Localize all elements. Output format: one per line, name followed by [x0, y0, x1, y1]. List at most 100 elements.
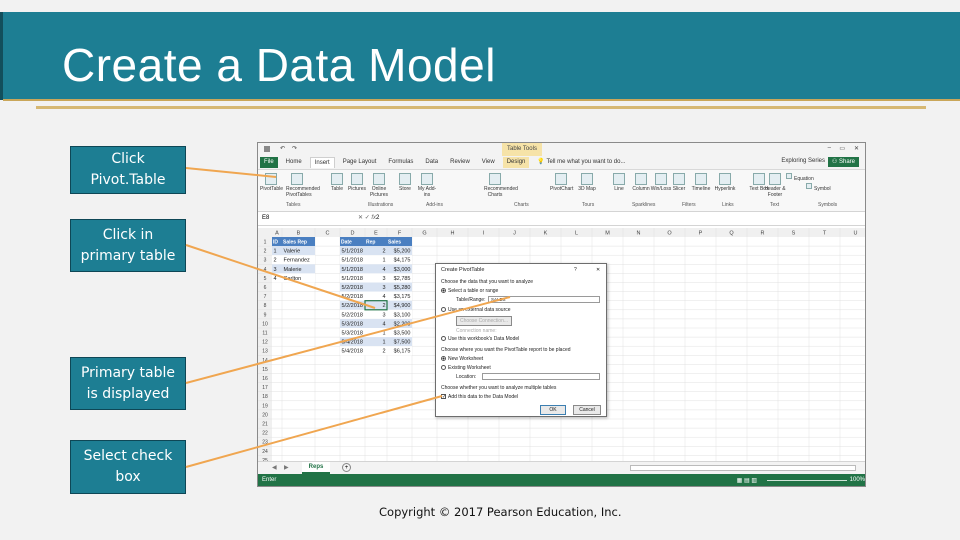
choose-connection-button[interactable]: Choose Connection... [456, 316, 512, 326]
fx-icon[interactable]: ✕ ✓ fx [358, 214, 376, 221]
existing-worksheet-label: Existing Worksheet [448, 365, 491, 371]
new-worksheet-radio[interactable]: New Worksheet [441, 356, 483, 362]
zoom-level: 100% [849, 477, 865, 483]
right-table-cell: 1 [382, 340, 385, 346]
help-icon[interactable]: ? [574, 267, 577, 273]
ribbon-button-line[interactable]: Line [608, 173, 630, 192]
right-table-cell: 5/1/2018 [342, 276, 363, 282]
ribbon-button-label: Hyperlink [714, 186, 736, 192]
tab-formulas[interactable]: Formulas [384, 157, 417, 168]
tell-me-text: Tell me what you want to do... [546, 159, 626, 165]
column-header-q: Q [729, 231, 734, 237]
ribbon-button-label: PivotTable [260, 186, 284, 192]
use-data-model-radio[interactable]: Use this workbook's Data Model [441, 336, 519, 342]
title-underline [36, 106, 926, 109]
copyright-notice: Copyright © 2017 Pearson Education, Inc. [379, 505, 622, 519]
ribbon-button-my-add-ins[interactable]: My Add-ins [416, 173, 438, 198]
tab-home[interactable]: Home [282, 157, 306, 168]
tab-data[interactable]: Data [421, 157, 442, 168]
slide-title: Create a Data Model [62, 39, 496, 91]
ribbon-button-3d-map[interactable]: 3D Map [576, 173, 598, 192]
right-table-cell: 1 [382, 258, 385, 264]
column-header-n: N [637, 231, 641, 237]
ribbon-button-recommended-pivottables[interactable]: Recommended PivotTables [286, 173, 320, 198]
table-icon [331, 173, 343, 185]
tell-me-box[interactable]: 💡 Tell me what you want to do... [533, 157, 629, 168]
column-header-a: A [275, 231, 279, 237]
close-window-icon[interactable]: ✕ [854, 145, 859, 152]
ribbon-button-label: Recommended Charts [484, 186, 518, 198]
tab-design[interactable]: Design [502, 157, 530, 168]
table-range-input[interactable]: SALES [488, 296, 600, 303]
use-external-radio[interactable]: Use an external data source [441, 307, 511, 313]
right-table-cell: $3,000 [394, 267, 411, 273]
account-name[interactable]: Exploring Series [781, 158, 825, 164]
new-sheet-icon[interactable]: + [342, 463, 351, 472]
ribbon-button-recommended-charts[interactable]: Recommended Charts [484, 173, 518, 198]
ribbon-button-symbol[interactable]: Symbol [806, 183, 846, 192]
formula-input[interactable]: 2 [376, 215, 379, 221]
use-data-model-label: Use this workbook's Data Model [448, 336, 520, 342]
location-input[interactable] [482, 373, 600, 380]
lightbulb-icon: 💡 [537, 159, 545, 165]
tab-file[interactable]: File [260, 157, 278, 168]
ribbon-button-label: Slicer [672, 186, 686, 192]
dialog-title: Create PivotTable [441, 267, 485, 273]
tab-page-layout[interactable]: Page Layout [339, 157, 381, 168]
undo-icon[interactable]: ↶ [280, 145, 285, 152]
ribbon-button-table[interactable]: Table [326, 173, 348, 192]
tab-review[interactable]: Review [446, 157, 474, 168]
add-to-data-model-checkbox[interactable]: ✓ Add this data to the Data Model [441, 394, 518, 400]
table-tools-label: Table Tools [502, 143, 542, 156]
ribbon-button-pivotchart[interactable]: PivotChart [550, 173, 573, 192]
tab-insert[interactable]: Insert [309, 157, 335, 168]
right-table-cell: 4 [382, 321, 385, 327]
ribbon-button-equation[interactable]: Equation [786, 173, 826, 182]
close-icon[interactable]: ✕ [596, 267, 600, 273]
column-header-m: M [605, 231, 610, 237]
right-table-cell: 1 [382, 331, 385, 337]
cancel-button[interactable]: Cancel [573, 405, 601, 415]
scroll-left-icon[interactable]: ◀ [272, 464, 277, 471]
ok-button[interactable]: OK [540, 405, 566, 415]
tab-view[interactable]: View [478, 157, 499, 168]
share-button[interactable]: ⚇ Share [827, 157, 859, 167]
ribbon-button-store[interactable]: Store [394, 173, 416, 192]
row-header-11: 11 [262, 331, 267, 337]
callout-primary-table-displayed: Primary table is displayed [70, 357, 186, 410]
row-header-24: 24 [262, 449, 268, 455]
scroll-right-icon[interactable]: ▶ [284, 464, 289, 471]
save-icon[interactable] [264, 146, 270, 152]
restore-icon[interactable]: ▭ [839, 145, 845, 152]
zoom-slider[interactable] [767, 480, 847, 481]
column-header-e: E [374, 231, 378, 237]
view-buttons-icon[interactable]: ▦ ▤ ▥ [737, 477, 757, 484]
callout-click-pivottable: Click Pivot.Table [70, 146, 186, 194]
existing-worksheet-radio[interactable]: Existing Worksheet [441, 365, 491, 371]
minimize-icon[interactable]: – [828, 145, 831, 151]
hyperlink-icon [719, 173, 731, 185]
ribbon-button-slicer[interactable]: Slicer [668, 173, 690, 192]
right-table-cell: 2 [382, 303, 385, 309]
horizontal-scrollbar[interactable] [630, 465, 856, 471]
ribbon-button-column[interactable]: Column [630, 173, 652, 192]
column-header-p: P [699, 231, 703, 237]
right-table-cell: $5,200 [394, 249, 411, 255]
name-box[interactable]: E8 [262, 215, 269, 221]
right-table-header-2: Sales [388, 240, 401, 246]
ribbon-button-header-footer[interactable]: Header & Footer [764, 173, 786, 198]
ribbon-button-pictures[interactable]: Pictures [346, 173, 368, 192]
ribbon-group-sparklines: Sparklines [632, 202, 656, 208]
select-table-label: Select a table or range [448, 288, 499, 294]
column-header-c: C [326, 231, 330, 237]
redo-icon[interactable]: ↷ [292, 145, 297, 152]
column-header-g: G [422, 231, 426, 237]
ribbon-button-hyperlink[interactable]: Hyperlink [714, 173, 736, 192]
ribbon-button-pivottable[interactable]: PivotTable [260, 173, 284, 192]
equation-icon [786, 173, 792, 179]
ribbon-button-label: Symbol [814, 186, 831, 192]
ribbon-button-timeline[interactable]: Timeline [690, 173, 712, 192]
ribbon-button-online-pictures[interactable]: Online Pictures [368, 173, 390, 198]
sheet-tab-reps[interactable]: Reps [302, 462, 330, 474]
select-table-radio[interactable]: Select a table or range [441, 288, 498, 294]
